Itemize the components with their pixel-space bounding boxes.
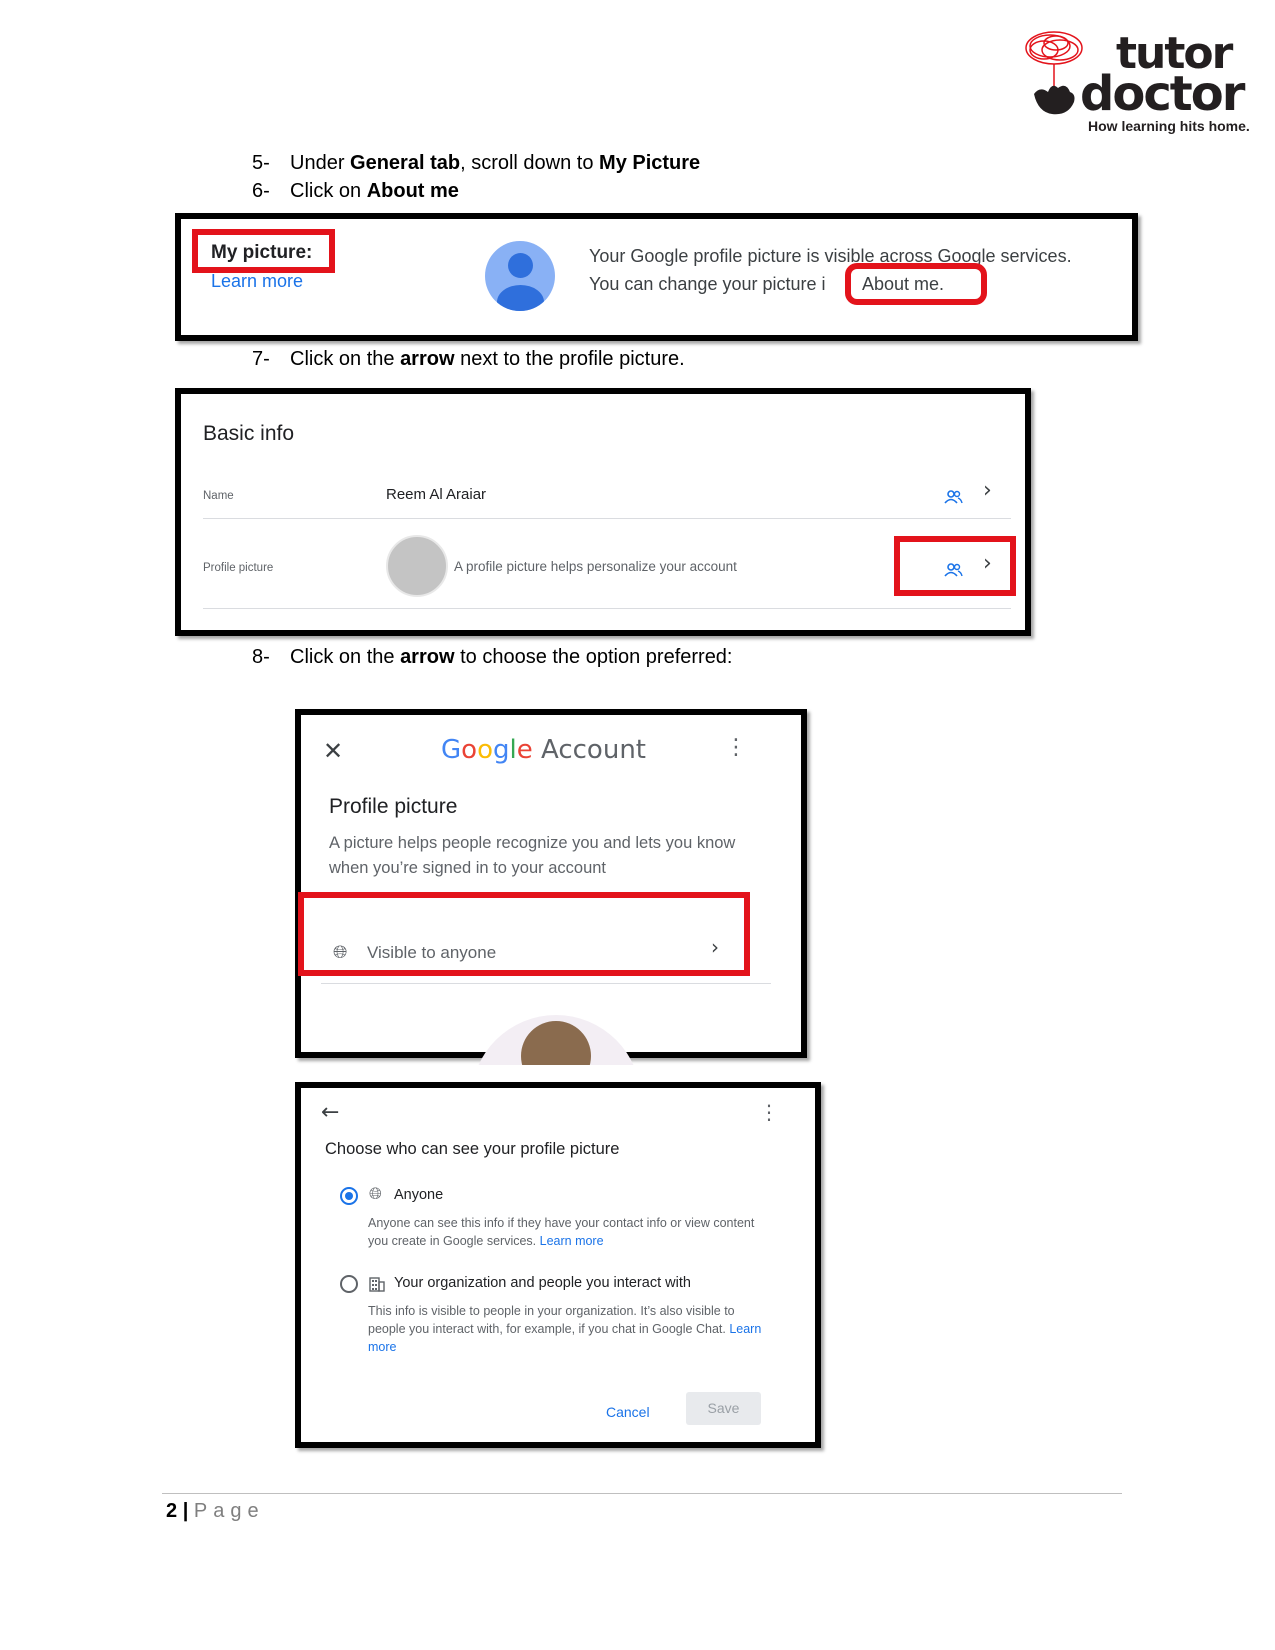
name-label: Name: [203, 490, 234, 502]
name-chevron-icon[interactable]: ›: [983, 478, 992, 503]
change-picture-note: You can change your picture i: [589, 274, 826, 294]
brand-letter: g: [493, 735, 510, 765]
brand-letter: e: [516, 735, 533, 765]
globe-icon: 🌐︎: [369, 1184, 382, 1203]
step-7: 7- Click on the arrow next to the profile…: [252, 348, 685, 370]
row-divider: [321, 983, 771, 984]
brand-letter: G: [441, 735, 462, 765]
visibility-note: Your Google profile picture is visible a…: [589, 246, 1072, 266]
close-icon[interactable]: ✕: [323, 737, 343, 765]
name-value: Reem Al Araiar: [386, 486, 487, 503]
basic-info-title: Basic info: [203, 422, 295, 445]
profile-picture-hint: A profile picture helps personalize your…: [454, 559, 737, 574]
visibility-choice-screenshot: ← ⋮ Choose who can see your profile pict…: [295, 1082, 821, 1448]
back-arrow-icon[interactable]: ←: [321, 1100, 339, 1125]
footer-separator: |: [182, 1500, 189, 1522]
step-6: 6- Click on About me: [252, 180, 459, 202]
option-organization-description: This info is visible to people in your o…: [368, 1304, 762, 1354]
more-options-icon[interactable]: ⋮: [725, 737, 747, 759]
learn-more-link[interactable]: Learn more: [540, 1234, 604, 1248]
highlight-about-me: [845, 263, 987, 305]
page-footer: 2 | Page: [166, 1500, 265, 1523]
choose-visibility-title: Choose who can see your profile picture: [325, 1140, 620, 1158]
option-anyone-label: Anyone: [394, 1187, 444, 1203]
people-icon: [944, 490, 963, 504]
learn-more-link[interactable]: Learn more: [211, 271, 303, 292]
brand-letter: l: [509, 735, 517, 765]
highlight-visibility-row: [298, 892, 750, 976]
step-8: 8- Click on the arrow to choose the optio…: [252, 646, 733, 668]
footer-divider: [162, 1493, 1122, 1494]
profile-photo-preview: [471, 1015, 641, 1065]
brand-letter: o: [477, 735, 493, 765]
google-account-screenshot: ✕ Google Account ⋮ Profile picture A pic…: [295, 709, 807, 1065]
profile-picture-avatar[interactable]: [386, 535, 448, 597]
tutor-doctor-logo: tutor doctor How learning hits home.: [1025, 28, 1256, 138]
account-word: Account: [541, 735, 646, 765]
building-icon: [369, 1277, 385, 1292]
page-number: 2: [166, 1500, 178, 1522]
profile-picture-description: A picture helps people recognize you and…: [329, 834, 736, 877]
my-picture-screenshot: My picture: Learn more Your Google profi…: [175, 213, 1138, 341]
basic-info-screenshot: Basic info Name Reem Al Araiar › Profile…: [175, 388, 1031, 636]
cancel-button[interactable]: Cancel: [606, 1404, 650, 1420]
option-organization-label: Your organization and people you interac…: [394, 1275, 691, 1291]
more-options-icon[interactable]: ⋮: [759, 1102, 779, 1122]
profile-picture-title: Profile picture: [329, 795, 458, 818]
logo-word-doctor: doctor: [1080, 66, 1245, 122]
radio-organization[interactable]: [340, 1275, 358, 1293]
save-button[interactable]: Save: [686, 1392, 761, 1425]
highlight-arrow: [894, 536, 1016, 596]
row-divider: [203, 608, 1011, 609]
my-picture-label: My picture:: [211, 242, 313, 263]
google-account-title: Google Account: [441, 735, 646, 765]
row-divider: [203, 518, 1011, 519]
radio-anyone[interactable]: [340, 1187, 358, 1205]
step-5: 5- Under General tab, scroll down to My P…: [252, 152, 701, 174]
default-avatar-icon: [485, 241, 555, 311]
page-word: Page: [193, 1500, 265, 1522]
logo-tagline: How learning hits home.: [1088, 118, 1250, 134]
profile-picture-label: Profile picture: [203, 562, 274, 574]
brand-letter: o: [461, 735, 478, 765]
option-anyone-description: Anyone can see this info if they have yo…: [368, 1216, 755, 1248]
